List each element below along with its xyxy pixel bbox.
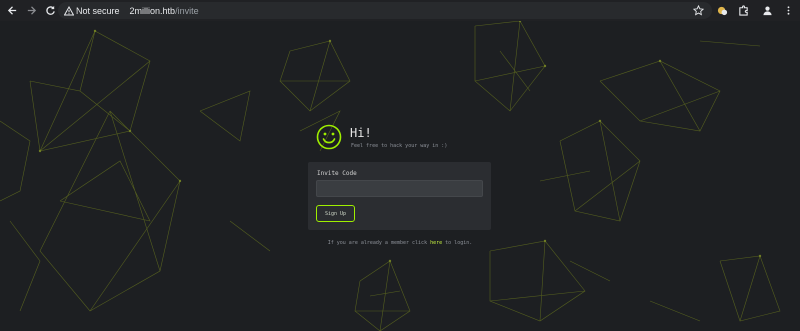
forward-button[interactable] bbox=[23, 3, 39, 19]
page-title: Hi! bbox=[350, 126, 372, 140]
url-path[interactable]: /invite bbox=[175, 6, 199, 16]
puzzle-icon bbox=[738, 4, 748, 16]
sign-up-button[interactable]: Sign Up bbox=[316, 205, 355, 222]
extension-icon bbox=[717, 6, 727, 15]
star-icon[interactable] bbox=[693, 5, 704, 16]
reload-button[interactable] bbox=[42, 3, 58, 19]
page-subtitle: Feel free to hack your way in :) bbox=[351, 143, 448, 149]
reload-icon bbox=[45, 5, 55, 15]
page-content: Hi! Feel free to hack your way in :) Inv… bbox=[0, 21, 800, 331]
url-host[interactable]: 2million.htb bbox=[130, 6, 176, 16]
forward-arrow-icon bbox=[27, 6, 36, 15]
extension-button[interactable] bbox=[714, 2, 730, 18]
menu-dots-icon bbox=[787, 5, 789, 15]
security-label[interactable]: Not secure bbox=[76, 6, 120, 16]
login-link[interactable]: here bbox=[430, 240, 442, 246]
invite-code-input[interactable] bbox=[316, 180, 483, 197]
back-button[interactable] bbox=[4, 3, 20, 19]
login-hint-suffix: to login. bbox=[442, 240, 473, 246]
login-hint-prefix: If you are already a member click bbox=[327, 240, 431, 246]
warning-icon[interactable] bbox=[64, 5, 74, 16]
smiley-icon bbox=[316, 124, 342, 150]
browser-toolbar: Not secure 2million.htb/invite bbox=[0, 0, 800, 21]
invite-code-label: Invite Code bbox=[317, 170, 357, 177]
back-arrow-icon bbox=[7, 6, 16, 15]
login-hint: If you are already a member click here t… bbox=[300, 240, 500, 246]
extensions-menu-button[interactable] bbox=[735, 2, 751, 18]
profile-button[interactable] bbox=[759, 2, 775, 18]
profile-icon bbox=[762, 6, 772, 15]
toolbar-actions bbox=[709, 2, 796, 18]
browser-menu-button[interactable] bbox=[780, 2, 796, 18]
address-bar[interactable]: Not secure 2million.htb/invite bbox=[58, 2, 712, 19]
invite-form: Invite Code Sign Up bbox=[308, 162, 491, 230]
